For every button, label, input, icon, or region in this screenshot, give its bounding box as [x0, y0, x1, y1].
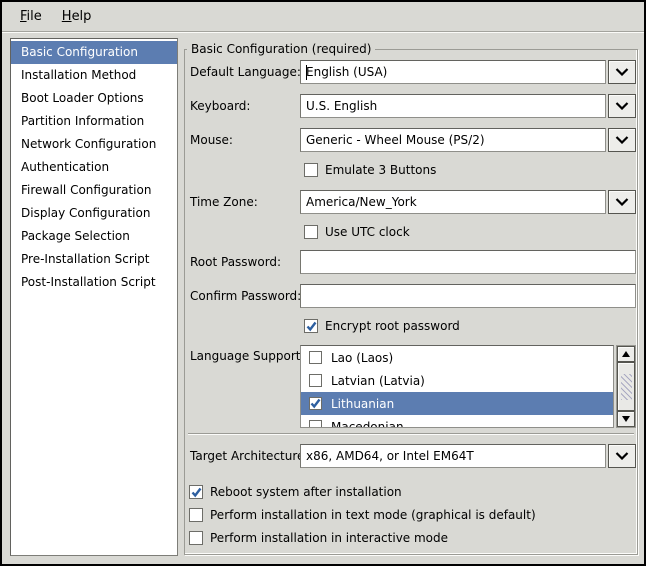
- scrollbar-grip: [621, 374, 632, 400]
- reboot-after-install-label: Reboot system after installation: [210, 485, 402, 499]
- keyboard-dropdown-button[interactable]: [608, 94, 636, 118]
- check-icon: [310, 398, 321, 409]
- sidebar-item-network-configuration[interactable]: Network Configuration: [11, 133, 177, 156]
- text-mode-install-label: Perform installation in text mode (graph…: [210, 508, 536, 522]
- kickstart-configurator-window: File Help Basic Configuration Installati…: [0, 0, 646, 566]
- keyboard-value[interactable]: U.S. English: [300, 94, 606, 118]
- target-architecture-combo[interactable]: x86, AMD64, or Intel EM64T: [300, 444, 636, 468]
- chevron-down-icon: [615, 102, 629, 110]
- mouse-dropdown-button[interactable]: [608, 128, 636, 152]
- sidebar-item-post-installation-script[interactable]: Post-Installation Script: [11, 271, 177, 294]
- scrollbar-thumb[interactable]: [617, 362, 635, 411]
- confirm-password-label: Confirm Password:: [190, 288, 301, 304]
- check-icon: [191, 487, 202, 498]
- emulate-3-buttons-label: Emulate 3 Buttons: [325, 163, 436, 177]
- sidebar-item-pre-installation-script[interactable]: Pre-Installation Script: [11, 248, 177, 271]
- time-zone-dropdown-button[interactable]: [608, 190, 636, 214]
- arrow-up-icon: [622, 351, 630, 357]
- target-architecture-label: Target Architecture:: [190, 448, 308, 464]
- sidebar-item-package-selection[interactable]: Package Selection: [11, 225, 177, 248]
- mouse-value[interactable]: Generic - Wheel Mouse (PS/2): [300, 128, 606, 152]
- default-language-value[interactable]: English (USA): [300, 60, 606, 84]
- language-support-list: Lao (Laos) Latvian (Latvia) Lithuanian M…: [300, 345, 614, 428]
- chevron-down-icon: [615, 136, 629, 144]
- chevron-down-icon: [615, 68, 629, 76]
- reboot-after-install-checkbox[interactable]: [189, 485, 203, 499]
- language-lao-checkbox[interactable]: [309, 351, 322, 364]
- interactive-install-label: Perform installation in interactive mode: [210, 531, 448, 545]
- default-language-combo[interactable]: English (USA): [300, 60, 636, 84]
- language-latvian-checkbox[interactable]: [309, 374, 322, 387]
- scroll-down-button[interactable]: [617, 411, 635, 427]
- time-zone-value[interactable]: America/New_York: [300, 190, 606, 214]
- text-cursor: [306, 65, 307, 80]
- sidebar-item-installation-method[interactable]: Installation Method: [11, 64, 177, 87]
- use-utc-clock-label: Use UTC clock: [325, 225, 410, 239]
- sidebar-item-firewall-configuration[interactable]: Firewall Configuration: [11, 179, 177, 202]
- arrow-down-icon: [622, 416, 630, 422]
- text-mode-install-row[interactable]: Perform installation in text mode (graph…: [189, 507, 536, 523]
- use-utc-clock-checkbox[interactable]: [304, 225, 318, 239]
- menubar: File Help: [2, 2, 644, 32]
- language-option-lao[interactable]: Lao (Laos): [301, 346, 613, 369]
- language-lithuanian-checkbox[interactable]: [309, 397, 322, 410]
- mouse-label: Mouse:: [190, 132, 233, 148]
- default-language-dropdown-button[interactable]: [608, 60, 636, 84]
- target-architecture-dropdown-button[interactable]: [608, 444, 636, 468]
- interactive-install-checkbox[interactable]: [189, 531, 203, 545]
- sidebar-item-display-configuration[interactable]: Display Configuration: [11, 202, 177, 225]
- mouse-combo[interactable]: Generic - Wheel Mouse (PS/2): [300, 128, 636, 152]
- use-utc-clock-row[interactable]: Use UTC clock: [304, 224, 410, 240]
- sidebar-item-partition-information[interactable]: Partition Information: [11, 110, 177, 133]
- check-icon: [306, 321, 317, 332]
- confirm-password-input[interactable]: [300, 284, 636, 308]
- sidebar-item-boot-loader-options[interactable]: Boot Loader Options: [11, 87, 177, 110]
- sidebar: Basic Configuration Installation Method …: [10, 38, 178, 556]
- language-list-scrollbar[interactable]: [616, 345, 636, 428]
- default-language-label: Default Language:: [190, 64, 301, 80]
- keyboard-combo[interactable]: U.S. English: [300, 94, 636, 118]
- menu-file[interactable]: File: [10, 5, 52, 28]
- frame-title: Basic Configuration (required): [187, 42, 375, 57]
- sidebar-item-basic-configuration[interactable]: Basic Configuration: [11, 41, 177, 64]
- language-option-lithuanian[interactable]: Lithuanian: [301, 392, 613, 415]
- text-mode-install-checkbox[interactable]: [189, 508, 203, 522]
- sidebar-item-authentication[interactable]: Authentication: [11, 156, 177, 179]
- emulate-3-buttons-checkbox[interactable]: [304, 163, 318, 177]
- time-zone-label: Time Zone:: [190, 194, 258, 210]
- root-password-input[interactable]: [300, 250, 636, 274]
- encrypt-root-password-checkbox[interactable]: [304, 319, 318, 333]
- language-option-latvian[interactable]: Latvian (Latvia): [301, 369, 613, 392]
- root-password-label: Root Password:: [190, 254, 281, 270]
- language-option-macedonian[interactable]: Macedonian: [301, 415, 613, 428]
- language-macedonian-checkbox[interactable]: [309, 420, 322, 428]
- chevron-down-icon: [615, 452, 629, 460]
- chevron-down-icon: [615, 198, 629, 206]
- reboot-after-install-row[interactable]: Reboot system after installation: [189, 484, 402, 500]
- language-support-label: Language Support:: [190, 348, 305, 364]
- encrypt-root-password-row[interactable]: Encrypt root password: [304, 318, 460, 334]
- horizontal-separator: [188, 433, 634, 435]
- encrypt-root-password-label: Encrypt root password: [325, 319, 460, 333]
- target-architecture-value[interactable]: x86, AMD64, or Intel EM64T: [300, 444, 606, 468]
- interactive-install-row[interactable]: Perform installation in interactive mode: [189, 530, 448, 546]
- scroll-up-button[interactable]: [617, 346, 635, 362]
- menu-help[interactable]: Help: [52, 5, 102, 28]
- keyboard-label: Keyboard:: [190, 98, 250, 114]
- time-zone-combo[interactable]: America/New_York: [300, 190, 636, 214]
- emulate-3-buttons-row[interactable]: Emulate 3 Buttons: [304, 162, 436, 178]
